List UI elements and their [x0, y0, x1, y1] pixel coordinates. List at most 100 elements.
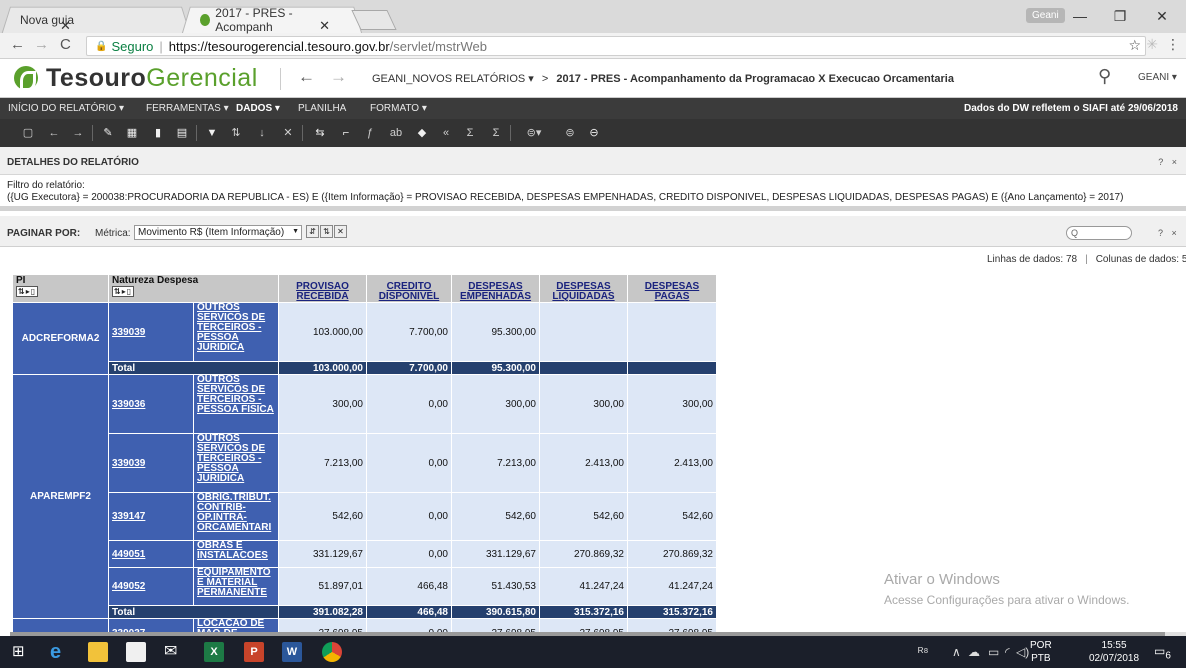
app-back-icon[interactable]: ←: [298, 67, 315, 87]
header-despesas-liquidadas[interactable]: DESPESAS LIQUIDADAS: [539, 274, 628, 303]
pi-cell[interactable]: APAREMPF2: [12, 374, 109, 619]
close-tab-icon[interactable]: ✕: [319, 18, 330, 34]
sort-icon[interactable]: ⇅: [228, 126, 244, 140]
menu-planilha[interactable]: PLANILHA: [298, 103, 346, 114]
grid-view-icon[interactable]: ▦: [124, 126, 140, 140]
onedrive-icon[interactable]: ☁: [968, 645, 980, 659]
browser-menu-icon[interactable]: ⋮: [1166, 36, 1180, 53]
grid-search-input[interactable]: Q: [1066, 226, 1132, 240]
breadcrumb-folder[interactable]: GEANI_NOVOS RELATÓRIOS ▾: [372, 73, 534, 85]
close-window-icon[interactable]: ✕: [1142, 4, 1182, 28]
swap-icon[interactable]: ⇆: [312, 126, 328, 140]
volume-icon[interactable]: ◁): [1016, 645, 1029, 659]
redo-icon[interactable]: →: [70, 126, 86, 140]
pivot-icon[interactable]: ⌐: [338, 126, 354, 140]
clock[interactable]: 15:55 02/07/2018: [1089, 639, 1139, 665]
extension-icon[interactable]: ✳: [1146, 36, 1158, 53]
filter-icon[interactable]: ▼: [204, 126, 220, 140]
subtotal-icon[interactable]: Σ: [462, 126, 478, 140]
app-forward-icon[interactable]: →: [330, 67, 347, 87]
nd-code[interactable]: 339039: [108, 433, 194, 493]
threshold-dropdown-icon[interactable]: ⊜▾: [520, 126, 548, 140]
profile-badge[interactable]: Geani: [1026, 8, 1065, 23]
header-despesas-pagas[interactable]: DESPESAS PAGAS: [627, 274, 716, 303]
nd-code[interactable]: 339037: [108, 618, 194, 632]
input-language[interactable]: POR PTB: [1030, 639, 1052, 665]
view-filter-icon[interactable]: ⊖: [586, 126, 602, 140]
header-pi[interactable]: PI ⇅▸▯: [12, 274, 109, 303]
search-icon[interactable]: ⚲: [1098, 66, 1111, 87]
header-credito-disponivel[interactable]: CREDITO DISPONIVEL: [366, 274, 452, 303]
header-provisao-recebida[interactable]: PROVISAO RECEBIDA: [278, 274, 367, 303]
tab-report[interactable]: 2017 - PRES - Acompanh ✕: [181, 6, 363, 34]
header-despesas-empenhadas[interactable]: DESPESAS EMPENHADAS: [451, 274, 540, 303]
drill-icon[interactable]: ↓: [254, 126, 270, 140]
threshold-icon[interactable]: ⊜: [562, 126, 578, 140]
tab-nova-guia[interactable]: Nova guia ✕: [1, 6, 191, 34]
mail-icon[interactable]: ✉89: [164, 642, 184, 668]
nd-code[interactable]: 449051: [108, 540, 194, 568]
move-first-icon[interactable]: «: [438, 126, 454, 140]
total-icon[interactable]: Σ: [488, 126, 504, 140]
tray-chevron-icon[interactable]: ∧: [952, 645, 961, 659]
edge-browser-icon[interactable]: e: [50, 642, 70, 662]
clear-icon[interactable]: ✕: [280, 126, 296, 140]
metric-select[interactable]: Movimento R$ (Item Informação): [134, 225, 302, 240]
menu-inicio[interactable]: INÍCIO DO RELATÓRIO ▾: [8, 103, 124, 114]
reload-icon[interactable]: C: [60, 36, 71, 53]
pi-cell[interactable]: [12, 618, 109, 632]
move-left-icon[interactable]: ◆: [414, 126, 430, 140]
header-natureza[interactable]: Natureza Despesa ⇅▸▯: [108, 274, 279, 303]
nd-desc[interactable]: OUTROS SERVICOS DE TERCEIROS - PESSOA JU…: [193, 433, 279, 493]
wifi-icon[interactable]: ◜: [1005, 645, 1010, 659]
minimize-icon[interactable]: —: [1060, 4, 1100, 28]
pageby-controls[interactable]: ? ×: [1158, 228, 1180, 238]
undo-icon[interactable]: ←: [46, 126, 62, 140]
excel-icon[interactable]: X: [204, 642, 224, 662]
nd-desc[interactable]: OBRIG.TRIBUT. CONTRIB- OP.INTRA- ORCAMEN…: [193, 492, 279, 541]
file-explorer-icon[interactable]: [88, 642, 108, 662]
url-input[interactable]: 🔒 Seguro | https://tesourogerencial.teso…: [86, 36, 1146, 56]
windows-start-icon[interactable]: ⊞: [12, 642, 32, 662]
nd-desc[interactable]: OUTROS SERVICOS DE TERCEIROS - PESSOA FI…: [193, 374, 279, 434]
pageby-remove-icon[interactable]: ✕: [334, 225, 347, 238]
menu-formato[interactable]: FORMATO ▾: [370, 103, 427, 114]
chrome-icon[interactable]: [322, 642, 342, 662]
forward-icon[interactable]: →: [34, 36, 49, 53]
header-pi-icons[interactable]: ⇅▸▯: [16, 286, 39, 297]
nd-desc[interactable]: EQUIPAMENTO E MATERIAL PERMANENTE: [193, 567, 279, 606]
save-icon[interactable]: ▢: [20, 126, 36, 140]
pageby-edit-icon[interactable]: ⇵: [306, 225, 319, 238]
nd-code[interactable]: 339147: [108, 492, 194, 541]
rename-icon[interactable]: ab: [388, 126, 404, 140]
pi-cell[interactable]: ADCREFORMA2: [12, 302, 109, 375]
details-controls[interactable]: ? ×: [1158, 157, 1180, 167]
word-icon[interactable]: W: [282, 642, 302, 662]
bookmark-star-icon[interactable]: ☆: [1128, 37, 1141, 54]
store-icon[interactable]: [126, 642, 146, 662]
nd-code[interactable]: 449052: [108, 567, 194, 606]
close-tab-icon[interactable]: ✕: [60, 18, 71, 34]
nd-code[interactable]: 339039: [108, 302, 194, 362]
nd-code[interactable]: 339036: [108, 374, 194, 434]
nd-desc[interactable]: LOCACAO DE MAO-DE-: [193, 618, 279, 632]
nd-desc[interactable]: OBRAS E INSTALACOES: [193, 540, 279, 568]
back-icon[interactable]: ←: [10, 36, 25, 53]
tesouro-logo-icon[interactable]: [14, 66, 38, 91]
edit-icon[interactable]: ✎: [100, 126, 116, 140]
menu-ferramentas[interactable]: FERRAMENTAS ▾: [146, 103, 229, 114]
maximize-icon[interactable]: ❐: [1100, 4, 1140, 28]
brand-title[interactable]: TesouroGerencial: [46, 64, 258, 93]
header-nd-icons[interactable]: ⇅▸▯: [112, 286, 135, 297]
notification-icon[interactable]: ▭6: [1154, 644, 1171, 661]
function-icon[interactable]: ƒ: [362, 126, 378, 140]
keyboard-icon[interactable]: ▭: [988, 645, 999, 659]
people-icon[interactable]: ᴿ⁸: [918, 645, 928, 659]
powerpoint-icon[interactable]: P: [244, 642, 264, 662]
nd-desc[interactable]: OUTROS SERVICOS DE TERCEIROS - PESSOA JU…: [193, 302, 279, 362]
pageby-pivot-icon[interactable]: ⇅: [320, 225, 333, 238]
grid-graph-icon[interactable]: ▤: [174, 126, 190, 140]
menu-dados[interactable]: DADOS ▾: [236, 103, 280, 114]
user-menu[interactable]: GEANI ▾: [1138, 72, 1177, 83]
chart-view-icon[interactable]: ▮: [150, 126, 166, 140]
